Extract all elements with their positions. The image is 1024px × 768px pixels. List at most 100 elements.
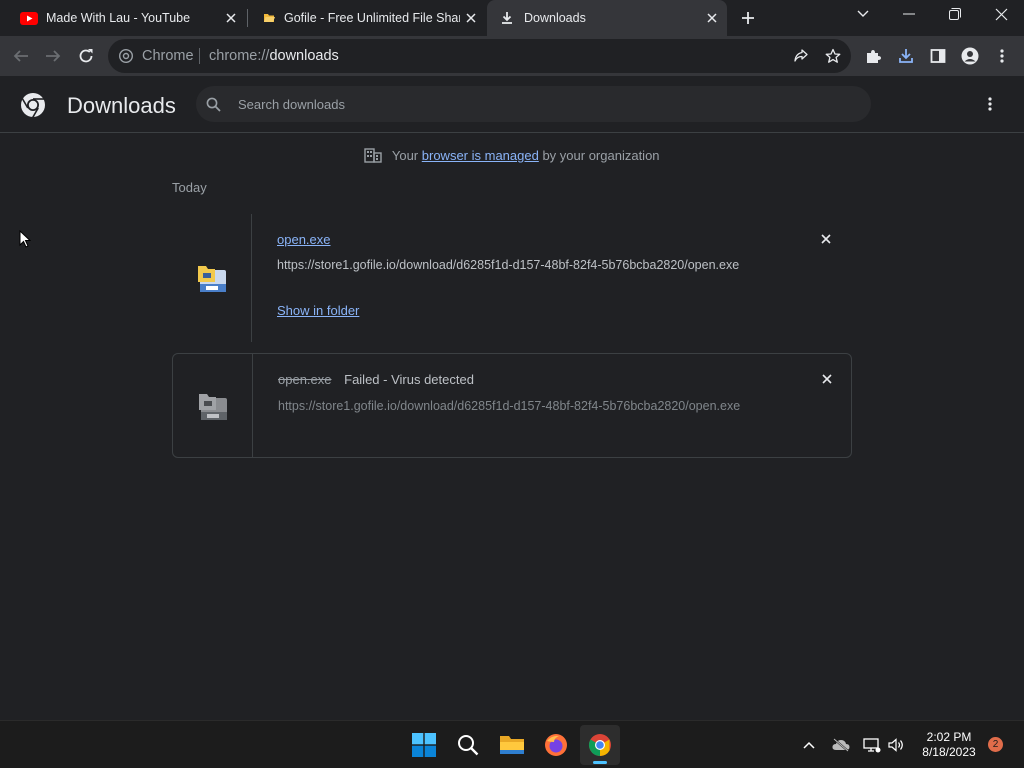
tab-close-icon[interactable] <box>703 9 721 27</box>
chip-divider <box>199 48 200 64</box>
tab-divider <box>247 9 248 27</box>
file-url[interactable]: https://store1.gofile.io/download/d6285f… <box>277 258 739 272</box>
chevron-down-icon <box>857 10 869 17</box>
downloads-menu-button[interactable] <box>976 90 1004 118</box>
minimize-button[interactable] <box>895 0 923 28</box>
back-button[interactable] <box>7 42 35 70</box>
tab-youtube[interactable]: Made With Lau - YouTube <box>8 0 246 36</box>
file-exe-icon <box>197 266 226 292</box>
share-button[interactable] <box>787 42 815 70</box>
side-panel-icon <box>930 49 946 63</box>
site-chip[interactable]: Chrome <box>142 48 194 64</box>
notification-badge[interactable]: 2 <box>988 737 1003 752</box>
active-app-indicator <box>593 761 607 764</box>
firefox-button[interactable] <box>536 725 576 765</box>
file-name: open.exe <box>278 372 332 387</box>
chrome-logo-icon <box>21 93 45 118</box>
more-vert-icon <box>1000 49 1004 63</box>
restore-button[interactable] <box>941 0 969 28</box>
close-icon <box>995 8 1007 20</box>
tab-close-icon[interactable] <box>462 9 480 27</box>
file-explorer-button[interactable] <box>492 725 532 765</box>
system-clock[interactable]: 2:02 PM 8/18/2023 <box>906 730 992 760</box>
extensions-button[interactable] <box>859 42 887 70</box>
show-in-folder-link[interactable]: Show in folder <box>277 303 359 318</box>
download-item: open.exe Failed - Virus detected https:/… <box>172 353 852 458</box>
cloud-offline-icon <box>832 738 850 752</box>
downloads-header: Downloads <box>0 76 1024 133</box>
date-heading: Today <box>172 180 207 195</box>
show-hidden-icons-button[interactable] <box>795 731 823 759</box>
clock-date: 8/18/2023 <box>922 745 976 759</box>
browser-toolbar: Chrome chrome://downloads <box>0 36 1024 76</box>
building-icon <box>364 148 383 163</box>
person-icon <box>961 47 979 65</box>
url-scheme: chrome:// <box>209 48 270 64</box>
network-icon <box>863 737 881 752</box>
side-panel-button[interactable] <box>924 42 952 70</box>
download-icon <box>502 12 512 24</box>
share-icon <box>794 49 808 62</box>
search-input[interactable] <box>238 95 838 113</box>
chrome-icon <box>589 734 611 756</box>
remove-download-button[interactable] <box>817 369 837 389</box>
new-tab-button[interactable] <box>734 4 762 32</box>
managed-notice: Your browser is managed by your organiza… <box>0 148 1024 163</box>
download-status: Failed - Virus detected <box>344 372 474 387</box>
mouse-cursor-icon <box>19 230 31 248</box>
downloads-main: Your browser is managed by your organiza… <box>0 134 1024 720</box>
start-button[interactable] <box>404 725 444 765</box>
puzzle-icon <box>867 50 881 63</box>
close-window-button[interactable] <box>987 0 1015 28</box>
arrow-left-icon <box>13 50 28 62</box>
close-icon <box>822 374 832 384</box>
clock-time: 2:02 PM <box>926 730 972 744</box>
file-exe-icon <box>198 393 227 420</box>
windows-logo-icon <box>412 733 436 757</box>
download-item: open.exe https://store1.gofile.io/downlo… <box>172 214 852 342</box>
address-bar[interactable]: Chrome chrome://downloads <box>108 39 851 73</box>
file-name-link[interactable]: open.exe <box>277 232 331 247</box>
more-vert-icon <box>988 97 992 111</box>
chrome-taskbar-button[interactable] <box>580 725 620 765</box>
plus-icon <box>742 12 754 24</box>
search-box[interactable] <box>196 86 871 122</box>
folder-icon <box>500 736 524 754</box>
file-name-row: open.exe Failed - Virus detected <box>278 372 474 387</box>
onedrive-button[interactable] <box>827 731 855 759</box>
reload-button[interactable] <box>72 42 100 70</box>
chrome-icon <box>119 49 133 63</box>
taskbar-search-button[interactable] <box>448 725 488 765</box>
reload-icon <box>79 49 93 63</box>
close-icon <box>821 234 831 244</box>
tab-downloads[interactable]: Downloads <box>487 0 727 36</box>
star-icon <box>825 48 841 63</box>
tab-title: Gofile - Free Unlimited File Sharing <box>284 11 460 25</box>
tab-gofile[interactable]: Gofile - Free Unlimited File Sharing <box>250 0 486 36</box>
chrome-menu-button[interactable] <box>988 42 1016 70</box>
downloads-button[interactable] <box>892 42 920 70</box>
youtube-icon <box>20 11 38 25</box>
minimize-icon <box>903 13 915 15</box>
tab-search-button[interactable] <box>849 0 877 28</box>
tab-title: Downloads <box>524 11 586 25</box>
windows-taskbar: 2:02 PM 8/18/2023 2 <box>0 720 1024 768</box>
managed-link[interactable]: browser is managed <box>422 148 539 163</box>
search-icon <box>458 735 479 756</box>
chevron-up-icon <box>803 741 815 749</box>
url-host: downloads <box>269 48 339 64</box>
arrow-right-icon <box>46 50 61 62</box>
url-text[interactable]: chrome://downloads <box>209 48 339 64</box>
remove-download-button[interactable] <box>816 229 836 249</box>
profile-button[interactable] <box>956 42 984 70</box>
speaker-icon <box>888 738 903 752</box>
file-icon-column <box>172 214 252 342</box>
forward-button[interactable] <box>39 42 67 70</box>
tab-title: Made With Lau - YouTube <box>46 11 191 25</box>
tab-close-icon[interactable] <box>222 9 240 27</box>
page-title: Downloads <box>67 93 176 118</box>
bookmark-button[interactable] <box>819 42 847 70</box>
restore-icon <box>949 8 961 20</box>
download-icon <box>899 49 913 63</box>
search-icon <box>206 97 221 112</box>
